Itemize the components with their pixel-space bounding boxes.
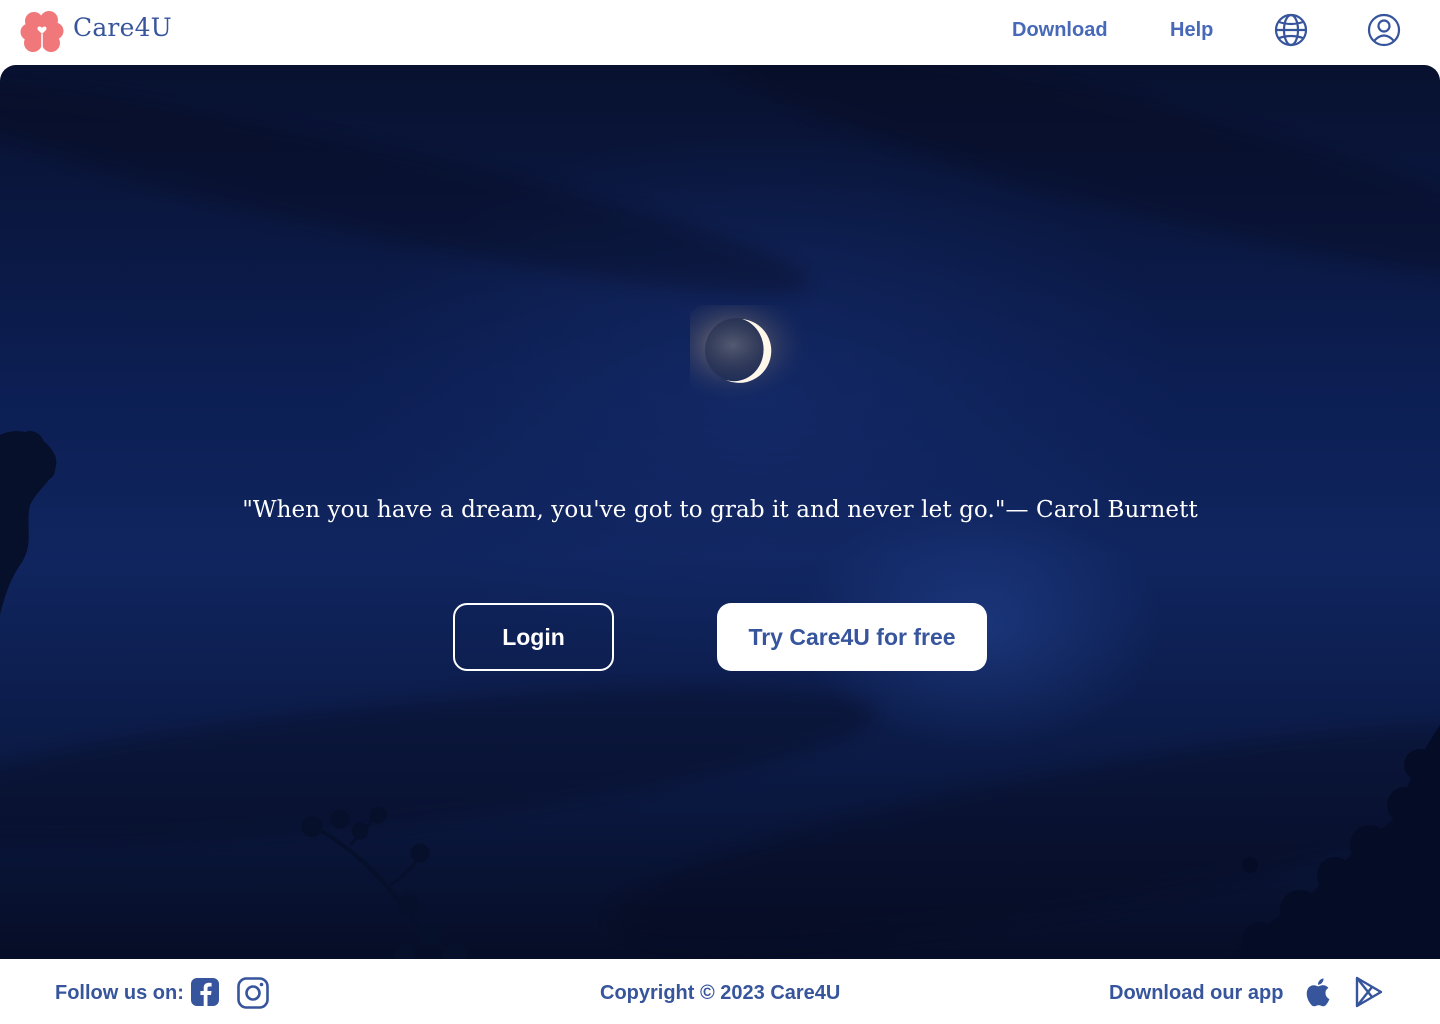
user-circle-icon[interactable] [1367, 13, 1401, 47]
copyright-text: Copyright © 2023 Care4U [600, 982, 841, 1004]
moon-image [690, 305, 832, 411]
footer: Follow us on: Copyright © 2023 Care4U Do… [0, 959, 1440, 1024]
facebook-icon[interactable] [190, 976, 220, 1008]
hero-quote: "When you have a dream, you've got to gr… [242, 497, 1198, 523]
login-button[interactable]: Login [453, 603, 614, 671]
tree-silhouette-bottom [301, 806, 468, 959]
globe-icon[interactable] [1274, 13, 1308, 47]
follow-us-label: Follow us on: [55, 982, 184, 1004]
apple-icon[interactable] [1304, 977, 1330, 1007]
cloud-streak [700, 65, 1440, 323]
cloud-streak [0, 65, 820, 328]
instagram-icon[interactable] [236, 976, 270, 1010]
google-play-icon[interactable] [1354, 976, 1384, 1008]
try-free-button[interactable]: Try Care4U for free [717, 603, 987, 671]
tree-silhouette-left [0, 431, 57, 615]
brain-heart-icon[interactable] [20, 9, 64, 55]
top-header: Care4U Download Help [0, 0, 1440, 65]
hero-banner: "When you have a dream, you've got to gr… [0, 65, 1440, 959]
tree-silhouette-right [1230, 725, 1440, 959]
nav-help-link[interactable]: Help [1170, 19, 1213, 42]
nav-download-link[interactable]: Download [1012, 19, 1108, 42]
brand-name[interactable]: Care4U [73, 13, 172, 42]
download-app-label: Download our app [1109, 982, 1284, 1004]
